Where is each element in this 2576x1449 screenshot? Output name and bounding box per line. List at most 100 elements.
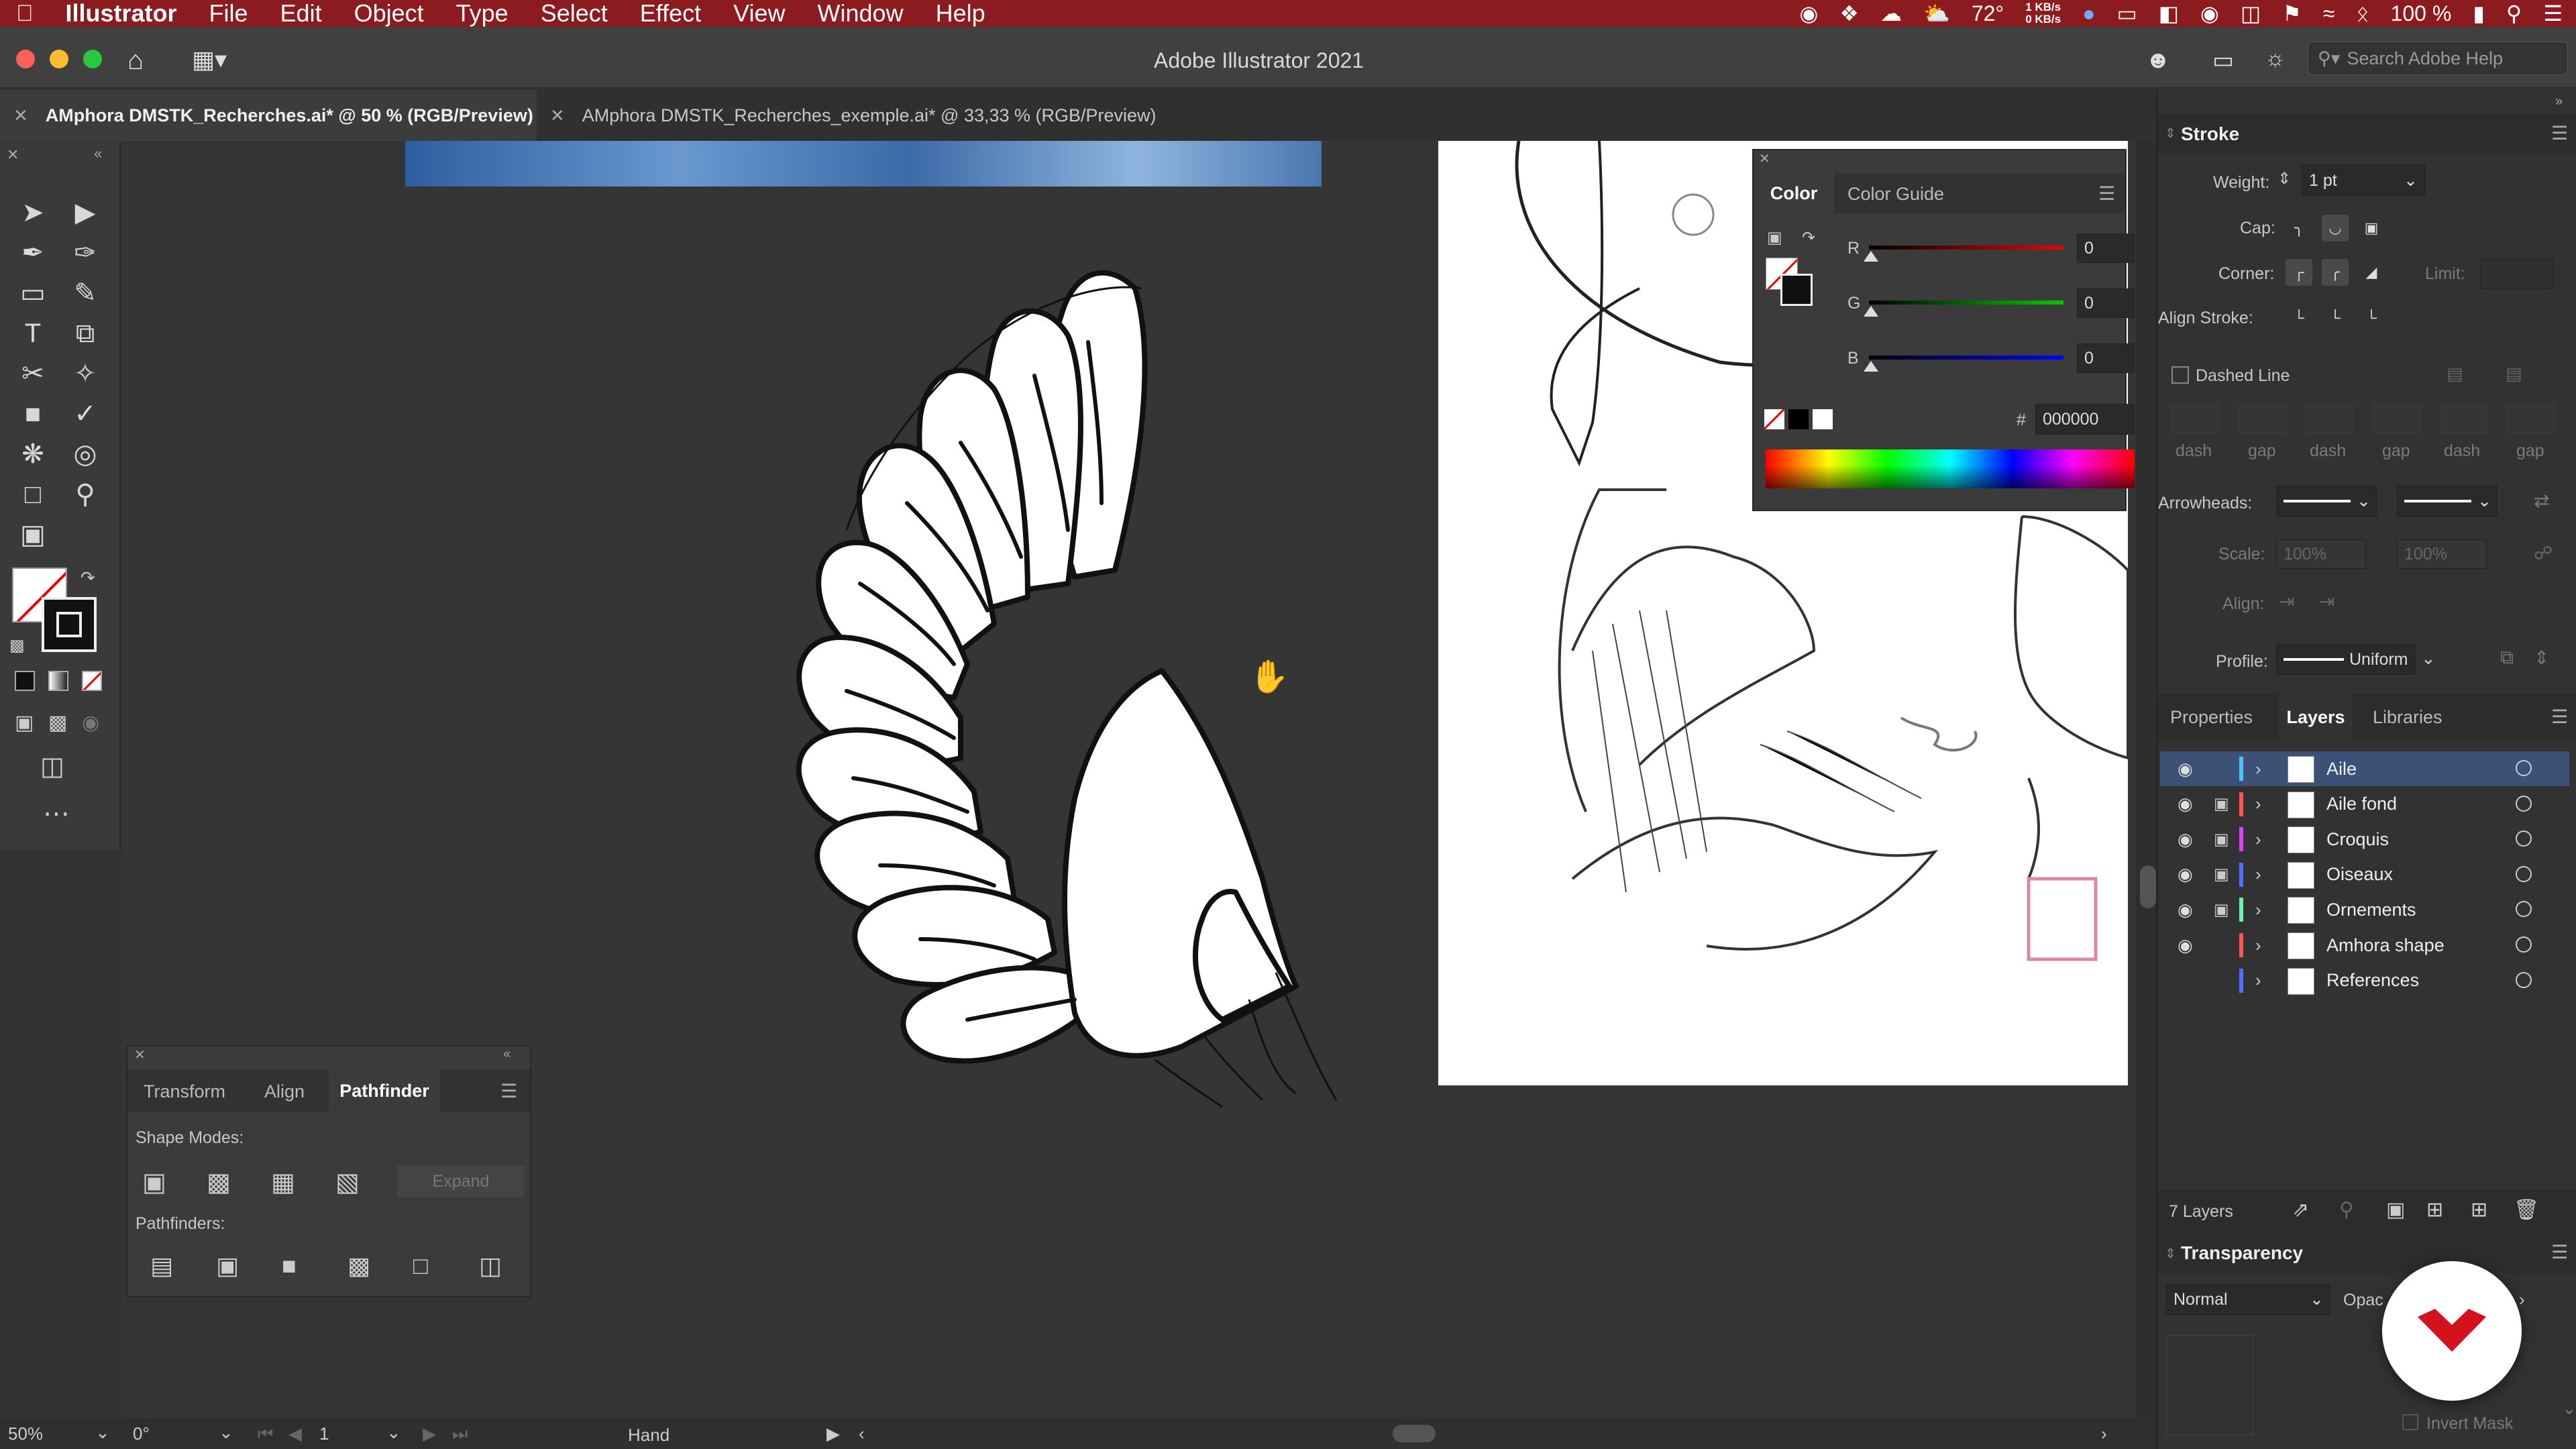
menu-edit[interactable]: Edit: [264, 0, 338, 28]
minimize-window-button[interactable]: [50, 50, 68, 68]
wifi-icon[interactable]: ≈: [2323, 1, 2335, 26]
trim-icon[interactable]: ▣: [216, 1252, 239, 1280]
dashed-line-checkbox[interactable]: [2171, 366, 2189, 384]
menu-file[interactable]: File: [193, 0, 264, 28]
new-sublayer-icon[interactable]: ⊞: [2426, 1198, 2443, 1222]
pie-icon[interactable]: ●: [2082, 1, 2095, 26]
last-artboard-icon[interactable]: ⏭: [452, 1424, 468, 1445]
chevron-down-icon[interactable]: ⌄: [2310, 1289, 2324, 1309]
layer-row[interactable]: ◉ ▣ › Croquis: [2160, 822, 2569, 857]
delete-layer-icon[interactable]: 🗑: [2514, 1198, 2539, 1222]
zoom-level[interactable]: 50%: [8, 1424, 43, 1444]
menu-window[interactable]: Window: [802, 0, 920, 28]
transform-tool-icon[interactable]: ▣: [15, 517, 51, 553]
creative-cloud-icon[interactable]: ◉: [1799, 1, 1818, 26]
visibility-eye-icon[interactable]: ◉: [2178, 829, 2193, 850]
r-slider-handle[interactable]: [1864, 251, 1878, 262]
close-window-button[interactable]: [16, 50, 35, 68]
stroke-swatch[interactable]: [42, 597, 97, 652]
limit-field[interactable]: [2480, 259, 2554, 288]
tab-color-guide[interactable]: Color Guide: [1847, 184, 1944, 205]
expand-chevron-icon[interactable]: ›: [2255, 970, 2261, 991]
close-tab-icon[interactable]: ✕: [13, 105, 28, 126]
r-slider-track[interactable]: [1869, 246, 2063, 250]
clipping-mask-icon[interactable]: ▣: [2386, 1198, 2405, 1222]
symbol-sprayer-tool-icon[interactable]: ❋: [15, 436, 51, 472]
arrange-documents-icon[interactable]: ▭: [2212, 47, 2234, 74]
close-panel-icon[interactable]: ✕: [1759, 150, 1770, 167]
bluetooth-icon[interactable]: ᛟ: [2356, 1, 2369, 26]
weather-icon[interactable]: ⛅: [1923, 1, 1950, 26]
g-slider-track[interactable]: [1869, 301, 2063, 305]
selection-tool-icon[interactable]: ➤: [15, 195, 51, 231]
tab-libraries[interactable]: Libraries: [2373, 707, 2443, 728]
color-spectrum-bar[interactable]: [1766, 449, 2135, 488]
none-mode-icon[interactable]: [82, 671, 102, 691]
apple-icon[interactable]: : [0, 1, 50, 27]
draw-normal-icon[interactable]: ▣: [15, 711, 34, 735]
tab-document-2[interactable]: ✕ AMphora DMSTK_Recherches_exemple.ai* @…: [537, 90, 1208, 141]
collapse-panel-icon[interactable]: «: [94, 145, 102, 162]
b-slider-track[interactable]: [1869, 356, 2063, 360]
draw-behind-icon[interactable]: ▩: [48, 711, 67, 735]
layer-row[interactable]: › References: [2160, 963, 2569, 998]
color-mode-icon[interactable]: [15, 671, 35, 691]
flip-across-icon[interactable]: ⇕: [2534, 647, 2549, 669]
locate-object-icon[interactable]: ⚲: [2339, 1198, 2354, 1222]
menu-view[interactable]: View: [717, 0, 801, 28]
battery-readout[interactable]: 100 %: [2391, 1, 2452, 26]
home-icon[interactable]: ⌂: [127, 46, 144, 76]
lock-icon[interactable]: ▣: [2214, 794, 2229, 814]
zoom-window-button[interactable]: [83, 50, 102, 68]
more-tools-icon[interactable]: ⋯: [43, 798, 70, 829]
visibility-eye-icon[interactable]: ◉: [2178, 864, 2193, 885]
close-tab-icon[interactable]: ✕: [550, 105, 565, 126]
swap-arrowheads-icon[interactable]: ⇄: [2534, 490, 2549, 512]
expand-chevron-icon[interactable]: ›: [2255, 829, 2261, 850]
projecting-cap-icon[interactable]: ▣: [2358, 215, 2385, 241]
menu-help[interactable]: Help: [920, 0, 1002, 28]
gradient-tool-icon[interactable]: ■: [15, 396, 51, 432]
dash-align-icon[interactable]: ▤: [2506, 364, 2522, 384]
spotlight-search-icon[interactable]: ⚲: [2506, 1, 2522, 26]
scale-start-field[interactable]: 100%: [2276, 539, 2366, 569]
g-slider-handle[interactable]: [1864, 306, 1878, 317]
close-panel-icon[interactable]: ✕: [7, 146, 19, 164]
arrowhead-end-select[interactable]: ⌄: [2397, 486, 2498, 517]
arrowhead-start-select[interactable]: ⌄: [2276, 486, 2377, 517]
panel-expand-icon[interactable]: ⇕: [2165, 1245, 2176, 1262]
round-cap-icon[interactable]: ◡: [2322, 215, 2349, 241]
scroll-left-icon[interactable]: ‹: [859, 1424, 865, 1444]
intersect-icon[interactable]: ▦: [271, 1167, 295, 1197]
panel-menu-icon[interactable]: ☰: [2551, 1241, 2568, 1263]
menu-app-name[interactable]: Illustrator: [50, 0, 193, 28]
layer-row[interactable]: ◉ ▣ › Oiseaux: [2160, 857, 2569, 892]
lock-icon[interactable]: ▣: [2214, 900, 2229, 920]
target-circle-icon[interactable]: [2516, 971, 2532, 988]
panel-expand-icon[interactable]: ⇕: [2165, 125, 2176, 142]
discover-icon[interactable]: ☼: [2265, 46, 2286, 72]
artboard-dropdown-icon[interactable]: ⌄: [386, 1422, 401, 1443]
display-icon[interactable]: ▭: [2116, 1, 2137, 26]
r-value-field[interactable]: 0: [2077, 233, 2135, 263]
scroll-right-icon[interactable]: ›: [2101, 1424, 2107, 1444]
chevron-right-icon[interactable]: ›: [2519, 1289, 2525, 1310]
export-icon[interactable]: ⇗: [2292, 1198, 2309, 1222]
lasso-tool-icon[interactable]: ✧: [67, 356, 103, 392]
close-panel-icon[interactable]: ✕: [134, 1046, 146, 1063]
align-center-icon[interactable]: └: [2286, 305, 2312, 331]
pen-tool-icon[interactable]: ✒: [15, 235, 51, 271]
rotation-dropdown-icon[interactable]: ⌄: [219, 1422, 233, 1443]
screen-icon[interactable]: ◫: [2241, 1, 2261, 26]
gap-field-1[interactable]: [2239, 404, 2287, 433]
dropbox-icon[interactable]: ❖: [1839, 1, 1859, 26]
layer-name[interactable]: Oiseaux: [2326, 864, 2393, 885]
layer-row[interactable]: ◉ ▣ › Ornements: [2160, 892, 2569, 927]
draw-inside-icon[interactable]: ◉: [82, 711, 99, 735]
default-colors-icon[interactable]: ▩: [9, 636, 25, 655]
new-layer-icon[interactable]: ⊞: [2471, 1198, 2487, 1222]
panel-menu-icon[interactable]: ☰: [2098, 182, 2115, 205]
profile-select[interactable]: Uniform: [2276, 644, 2416, 675]
target-circle-icon[interactable]: [2516, 760, 2532, 776]
next-artboard-icon[interactable]: ▶: [423, 1424, 436, 1444]
